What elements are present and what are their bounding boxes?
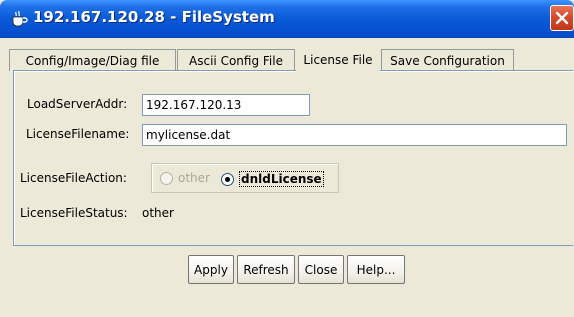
apply-button[interactable]: Apply — [188, 255, 234, 284]
license-file-status-value: other — [142, 206, 174, 220]
window-footer — [0, 296, 574, 317]
radio-other[interactable]: other — [160, 171, 210, 185]
radio-other-indicator — [160, 171, 173, 185]
load-server-addr-field[interactable]: 192.167.120.13 — [142, 94, 310, 116]
license-file-action-group: other dnldLicense — [151, 163, 339, 193]
load-server-addr-label: LoadServerAddr: — [27, 97, 128, 111]
license-file-action-label: LicenseFileAction: — [20, 171, 127, 185]
window-title: 192.167.120.28 - FileSystem — [33, 8, 275, 26]
title-bar[interactable]: 192.167.120.28 - FileSystem — [0, 0, 574, 38]
close-icon — [555, 11, 569, 25]
tab-license-file[interactable]: License File — [296, 47, 380, 72]
close-button[interactable]: Close — [298, 255, 344, 284]
window-close-button[interactable] — [550, 5, 574, 31]
java-cup-icon — [12, 11, 28, 27]
refresh-button[interactable]: Refresh — [237, 255, 295, 284]
license-filename-field[interactable]: mylicense.dat — [142, 124, 567, 146]
tab-config-image-diag[interactable]: Config/Image/Diag file — [9, 49, 176, 71]
license-filename-label: LicenseFilename: — [26, 127, 130, 141]
license-file-status-label: LicenseFileStatus: — [20, 206, 128, 220]
tab-save-configuration[interactable]: Save Configuration — [381, 49, 514, 71]
help-button[interactable]: Help... — [347, 255, 405, 284]
filesystem-window: 192.167.120.28 - FileSystem Config/Image… — [0, 0, 574, 317]
radio-dnld-license[interactable]: dnldLicense — [221, 171, 324, 187]
tab-ascii-config[interactable]: Ascii Config File — [177, 49, 295, 71]
radio-dnld-license-indicator — [221, 172, 234, 186]
